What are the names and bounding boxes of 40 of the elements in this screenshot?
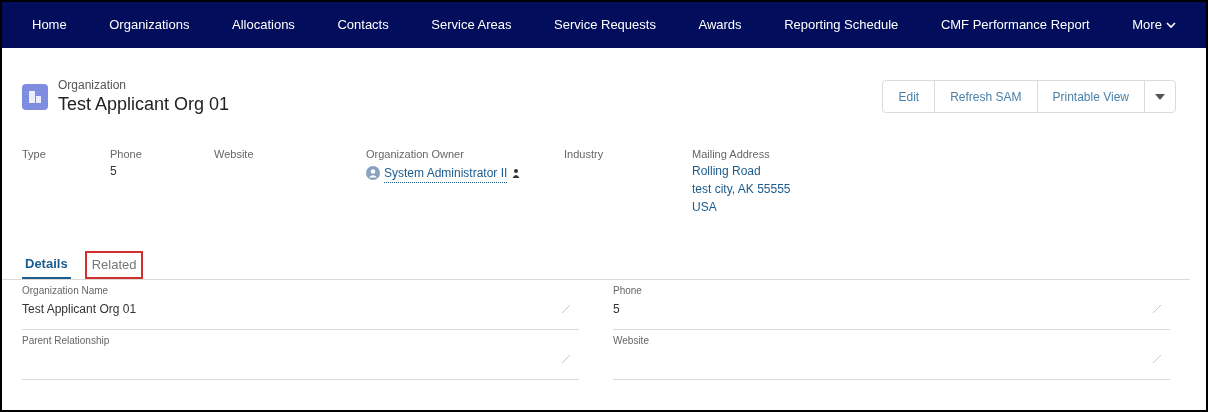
edit-icon[interactable] [1152,353,1162,364]
field-label: Parent Relationship [22,333,111,348]
nav-link[interactable]: Home [32,15,67,35]
nav-link[interactable]: Contacts [337,15,389,35]
edit-icon[interactable] [561,303,571,314]
field-label: Website [214,146,255,162]
field-label: Organization Owner [366,146,465,162]
nav-link[interactable]: Allocations [232,15,295,35]
object-type-label: Organization [58,78,128,93]
action-button[interactable]: Edit [883,81,936,112]
owner-link[interactable]: System Administrator II [384,163,508,183]
edit-icon[interactable] [561,353,571,364]
field-label: Organization Name [22,283,110,298]
user-avatar-icon [366,166,380,180]
field-label: Website [613,333,650,348]
organization-icon [22,83,48,110]
nav-link[interactable]: Reporting Schedule [784,15,899,35]
address-link[interactable]: Rolling Road test city, AK 55555 USA [692,161,852,216]
field-label: Phone [613,283,643,298]
more-menu[interactable]: More [1132,15,1176,35]
field-label: Industry [564,146,605,162]
nav-link[interactable]: Service Requests [554,15,656,35]
field-label: Mailing Address [692,146,771,162]
field-value: 5 [613,300,620,318]
nav-link[interactable]: CMF Performance Report [940,15,1090,35]
field-label: Type [22,146,47,162]
edit-icon[interactable] [1152,303,1162,314]
caret-icon [1155,93,1165,100]
record-title: Test Applicant Org 01 [58,93,230,116]
field-value: 5 [110,162,118,180]
nav-link[interactable]: Service Areas [431,15,512,35]
chevron-down-icon [1165,21,1176,29]
action-button[interactable]: Printable View [1037,81,1145,112]
tab[interactable]: Details [22,250,71,279]
field-value: Test Applicant Org 01 [22,300,137,318]
tab[interactable]: Related [84,250,144,279]
nav-link[interactable]: Organizations [109,15,190,35]
nav-link[interactable]: Awards [698,15,742,35]
field-label: Phone [110,146,143,162]
action-button[interactable]: Refresh SAM [935,81,1038,112]
